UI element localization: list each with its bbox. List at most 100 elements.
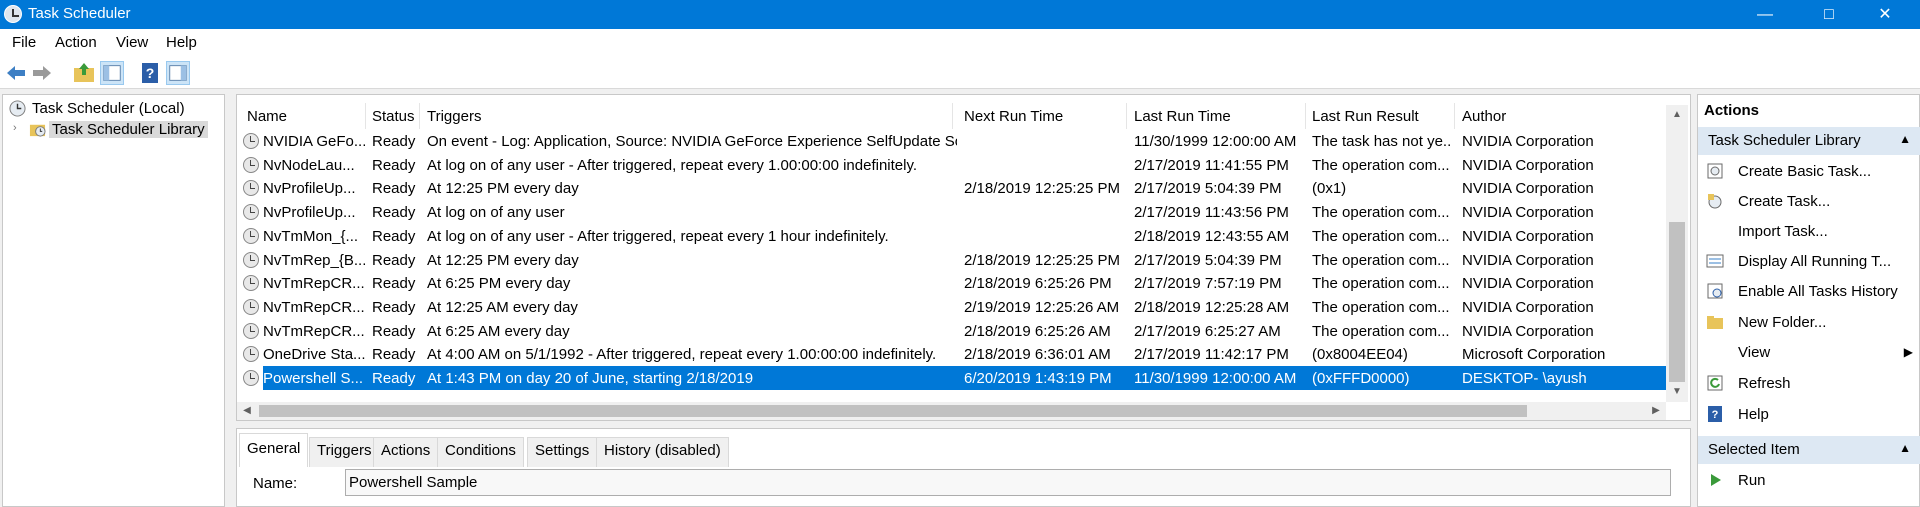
scroll-up-icon[interactable]: ▲ [1666,105,1688,125]
cell-triggers: At 1:43 PM on day 20 of June, starting 2… [427,370,754,387]
col-last-result[interactable]: Last Run Result [1312,108,1419,125]
menu-help[interactable]: Help [166,34,197,51]
table-row[interactable]: NvTmMon_{... Ready At log on of any user -… [243,224,1668,248]
cell-name: NvProfileUp... [263,180,356,198]
new-folder-icon [1707,316,1723,329]
menu-file[interactable]: File [12,34,36,51]
task-clock-icon [243,370,259,386]
table-row[interactable]: OneDrive Sta... Ready At 4:00 AM on 5/1/19… [243,342,1668,366]
cell-last-run: 2/17/2019 11:42:17 PM [1134,346,1289,364]
refresh-icon [1707,375,1723,391]
cell-last-run: 2/17/2019 6:25:27 AM [1134,322,1281,340]
action-refresh[interactable]: Refresh [1698,369,1920,398]
menu-view[interactable]: View [116,34,148,51]
cell-triggers: At 4:00 AM on 5/1/1992 - After triggered… [427,346,937,364]
cell-author: NVIDIA Corporation [1462,156,1594,174]
cell-author: NVIDIA Corporation [1462,298,1594,316]
name-field[interactable]: Powershell Sample [345,469,1671,496]
col-next-run[interactable]: Next Run Time [964,108,1063,125]
cell-name: NVIDIA GeFo... [263,133,365,150]
cell-last-run: 2/17/2019 11:41:55 PM [1134,156,1289,174]
cell-name: NvTmRepCR... [263,298,365,316]
section-selected-item[interactable]: Selected Item ▲ [1698,436,1920,464]
tab-general[interactable]: General [239,433,309,467]
help-icon[interactable]: ? [138,61,162,85]
cell-next-run: 2/18/2019 12:25:25 PM [964,251,1120,269]
cell-next-run: 2/18/2019 6:25:26 AM [964,322,1111,340]
cell-result: The operation com... [1312,298,1450,316]
tab-history[interactable]: History (disabled) [596,437,729,467]
show-hide-action-pane-icon[interactable] [166,61,190,85]
cell-triggers: At 6:25 AM every day [427,322,570,340]
cell-triggers: At log on of any user - After triggered,… [427,227,889,245]
tab-conditions[interactable]: Conditions [437,437,524,467]
action-create-basic-task[interactable]: Create Basic Task... [1698,157,1920,186]
cell-result: The task has not ye... [1312,133,1452,150]
up-folder-icon[interactable] [72,61,96,85]
table-row[interactable]: NvProfileUp... Ready At log on of any user… [243,200,1668,224]
table-row[interactable]: Powershell S... Ready At 1:43 PM on day 20… [243,366,1668,390]
collapse-caret-icon[interactable]: ▲ [1899,441,1911,455]
cell-last-run: 2/18/2019 12:25:28 AM [1134,298,1290,316]
action-new-folder[interactable]: New Folder... [1698,308,1920,337]
scroll-left-icon[interactable]: ◀ [237,402,257,420]
forward-arrow-icon[interactable] [30,61,54,85]
cell-name: NvNodeLau... [263,156,355,174]
cell-next-run: 2/19/2019 12:25:26 AM [964,298,1120,316]
action-display-running[interactable]: Display All Running T... [1698,247,1920,276]
col-author[interactable]: Author [1462,108,1506,125]
close-button[interactable]: ✕ [1862,0,1908,29]
maximize-button[interactable]: □ [1806,0,1852,29]
col-status[interactable]: Status [372,108,415,125]
task-clock-icon [243,227,259,244]
table-row[interactable]: NvTmRepCR... Ready At 12:25 AM every day 2/… [243,295,1668,319]
vertical-scrollbar[interactable]: ▲ ▼ [1666,105,1688,402]
cell-status: Ready [372,133,416,150]
tab-settings[interactable]: Settings [527,437,598,467]
horizontal-scroll-thumb[interactable] [259,405,1527,417]
section-library[interactable]: Task Scheduler Library ▲ [1698,127,1920,155]
action-view[interactable]: View ▶ [1698,338,1920,367]
col-last-run[interactable]: Last Run Time [1134,108,1231,125]
task-detail-pane: General Triggers Actions Conditions Sett… [236,428,1691,507]
vertical-scroll-thumb[interactable] [1669,222,1685,382]
minimize-button[interactable]: — [1742,0,1788,29]
menu-action[interactable]: Action [55,34,97,51]
cell-triggers: On event - Log: Application, Source: NVI… [427,133,957,150]
back-arrow-icon[interactable] [4,61,28,85]
action-import-task[interactable]: Import Task... [1698,217,1920,246]
collapse-caret-icon[interactable]: ▲ [1899,132,1911,146]
cell-result: The operation com... [1312,156,1450,174]
col-name[interactable]: Name [247,108,287,125]
table-row[interactable]: NvTmRepCR... Ready At 6:25 PM every day 2/1… [243,271,1668,295]
action-run[interactable]: Run [1698,466,1920,495]
cell-next-run: 2/18/2019 6:25:26 PM [964,275,1112,293]
cell-result: The operation com... [1312,322,1450,340]
tab-actions[interactable]: Actions [373,437,439,467]
task-clock-icon [243,156,259,173]
cell-result: (0xFFFD0000) [1312,370,1410,387]
table-row[interactable]: NvNodeLau... Ready At log on of any user -… [243,153,1668,177]
col-triggers[interactable]: Triggers [427,108,481,125]
table-row[interactable]: NVIDIA GeFo... Ready On event - Log: Appli… [243,129,1668,153]
horizontal-scrollbar[interactable]: ◀ ▶ [237,402,1666,420]
action-create-task[interactable]: Create Task... [1698,187,1920,216]
cell-next-run: 2/18/2019 12:25:25 PM [964,180,1120,198]
expand-chevron-icon[interactable]: › [13,122,17,134]
task-clock-icon [243,322,259,339]
table-row[interactable]: NvTmRepCR... Ready At 6:25 AM every day 2/1… [243,319,1668,343]
cell-triggers: At 12:25 PM every day [427,180,579,198]
folder-clock-icon [29,124,46,137]
action-help[interactable]: ? Help [1698,400,1920,429]
cell-status: Ready [372,275,416,293]
table-row[interactable]: NvTmRep_{B... Ready At 12:25 PM every day 2… [243,248,1668,272]
table-row[interactable]: NvProfileUp... Ready At 12:25 PM every day… [243,176,1668,200]
scroll-right-icon[interactable]: ▶ [1646,402,1666,420]
scroll-down-icon[interactable]: ▼ [1666,382,1688,402]
svg-text:?: ? [146,65,155,81]
action-enable-history[interactable]: Enable All Tasks History [1698,277,1920,306]
cell-author: NVIDIA Corporation [1462,133,1594,150]
show-hide-console-tree-icon[interactable] [100,61,124,85]
cell-author: NVIDIA Corporation [1462,227,1594,245]
tab-triggers[interactable]: Triggers [309,437,380,467]
